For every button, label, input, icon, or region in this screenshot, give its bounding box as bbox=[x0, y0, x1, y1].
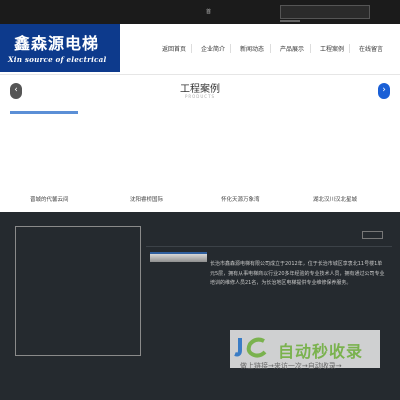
about-image-frame bbox=[15, 226, 141, 356]
top-bar: 首 bbox=[0, 0, 400, 24]
cases-section-subtitle: PRODUCTS bbox=[184, 94, 216, 99]
chevron-left-icon[interactable]: ‹ bbox=[10, 83, 22, 99]
search-input[interactable] bbox=[280, 5, 370, 19]
nav-separator bbox=[310, 44, 311, 53]
nav-item-cases[interactable]: 工程案例 bbox=[320, 44, 344, 53]
nav-item-news[interactable]: 新闻动态 bbox=[240, 44, 264, 53]
watermark-banner: 自动秒收录 做上链接→来访一次→自动收录→ bbox=[230, 330, 380, 370]
watermark-title: 自动秒收录 bbox=[278, 342, 364, 361]
nav-item-home[interactable]: 返回首页 bbox=[162, 44, 186, 53]
cases-accent-bar bbox=[10, 111, 78, 114]
nav-item-message[interactable]: 在线留言 bbox=[359, 44, 383, 53]
cases-section-title: 工程案例 bbox=[180, 84, 220, 95]
site-logo[interactable]: 鑫森源电梯 Xin source of electrical bbox=[0, 24, 120, 72]
jc-logo-icon bbox=[234, 337, 267, 358]
nav-separator bbox=[270, 44, 271, 53]
logo-english-name: Xin source of electrical bbox=[8, 55, 107, 64]
nav-separator bbox=[230, 44, 231, 53]
nav-item-products[interactable]: 产品展示 bbox=[280, 44, 304, 53]
nav-separator bbox=[349, 44, 350, 53]
about-divider bbox=[146, 246, 392, 247]
about-description: 长治市鑫森源电梯有限公司成立于2012年，位于长治市城区享衷北11号楼1单元5层… bbox=[210, 261, 385, 286]
more-button[interactable] bbox=[362, 231, 383, 239]
about-thumbnail bbox=[150, 252, 207, 262]
case-item[interactable]: 怀化天源万象湾 bbox=[221, 195, 260, 203]
nav-separator bbox=[191, 44, 192, 53]
main-nav: 返回首页 企业简介 新闻动态 产品展示 工程案例 在线留言 bbox=[120, 24, 400, 72]
page: 首 鑫森源电梯 Xin source of electrical 返回首页 企业… bbox=[0, 0, 400, 400]
watermark-subtitle: 做上链接→来访一次→自动收录→ bbox=[240, 362, 342, 370]
search-indicator bbox=[280, 20, 300, 22]
chevron-right-icon[interactable]: › bbox=[378, 83, 390, 99]
top-bar-label: 首 bbox=[206, 9, 212, 15]
nav-item-about[interactable]: 企业简介 bbox=[201, 44, 225, 53]
case-item[interactable]: 沈阳睿桥国际 bbox=[130, 195, 163, 203]
case-item[interactable]: 湖北汉川汉北星城 bbox=[313, 195, 357, 203]
logo-chinese-name: 鑫森源电梯 bbox=[14, 34, 100, 53]
section-divider bbox=[0, 74, 400, 75]
case-item[interactable]: 晋城的代馨云间 bbox=[30, 195, 69, 203]
